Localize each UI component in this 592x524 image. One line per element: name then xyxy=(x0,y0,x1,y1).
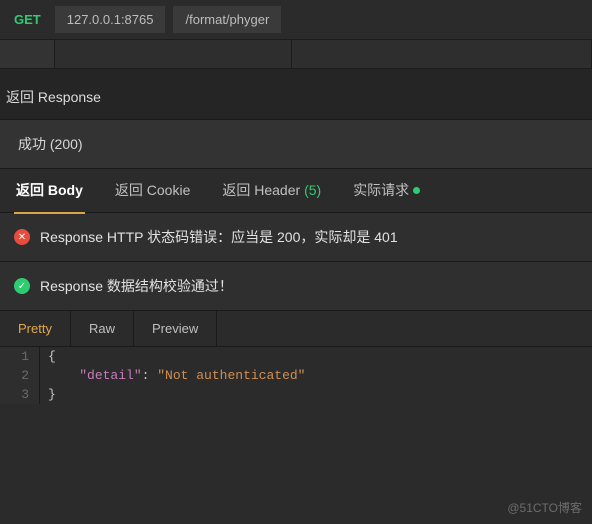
check-icon: ✓ xyxy=(14,278,30,294)
code-line: 1 { xyxy=(0,347,592,366)
tab-header[interactable]: 返回 Header (5) xyxy=(220,168,323,214)
error-icon: ✕ xyxy=(14,229,30,245)
response-section-title: 返回 Response xyxy=(0,69,592,119)
code-text: "detail": "Not authenticated" xyxy=(40,366,313,385)
status-dot-icon xyxy=(413,187,420,194)
code-line: 3 } xyxy=(0,385,592,404)
view-tab-pretty[interactable]: Pretty xyxy=(0,311,71,346)
validation-ok-row: ✓ Response 数据结构校验通过！ xyxy=(0,262,592,311)
view-tab-preview[interactable]: Preview xyxy=(134,311,217,346)
validation-ok-text: Response 数据结构校验通过！ xyxy=(40,276,233,296)
code-text: { xyxy=(40,347,64,366)
line-number: 2 xyxy=(0,366,40,385)
request-host[interactable]: 127.0.0.1:8765 xyxy=(55,6,166,33)
line-number: 3 xyxy=(0,385,40,404)
request-bar: GET 127.0.0.1:8765 /format/phyger xyxy=(0,0,592,39)
validation-error-row: ✕ Response HTTP 状态码错误：应当是 200，实际却是 401 xyxy=(0,213,592,262)
line-number: 1 xyxy=(0,347,40,366)
tab-cookie[interactable]: 返回 Cookie xyxy=(113,168,192,214)
response-body-code[interactable]: 1 { 2 "detail": "Not authenticated" 3 } xyxy=(0,347,592,404)
tab-body[interactable]: 返回 Body xyxy=(14,168,85,214)
view-tab-raw[interactable]: Raw xyxy=(71,311,134,346)
code-line: 2 "detail": "Not authenticated" xyxy=(0,366,592,385)
tab-header-label: 返回 Header xyxy=(222,182,300,198)
validation-error-text: Response HTTP 状态码错误：应当是 200，实际却是 401 xyxy=(40,227,398,247)
view-tabs: Pretty Raw Preview xyxy=(0,311,592,347)
http-method[interactable]: GET xyxy=(8,8,47,31)
watermark: @51CTO博客 xyxy=(507,499,582,516)
tab-actual-request[interactable]: 实际请求 xyxy=(351,168,422,214)
request-path[interactable]: /format/phyger xyxy=(173,6,281,33)
status-row[interactable]: 成功 (200) xyxy=(0,119,592,169)
params-row xyxy=(0,39,592,69)
tab-header-count: (5) xyxy=(304,182,321,198)
response-tabs: 返回 Body 返回 Cookie 返回 Header (5) 实际请求 xyxy=(0,169,592,213)
code-text: } xyxy=(40,385,64,404)
tab-actual-label: 实际请求 xyxy=(353,182,409,198)
